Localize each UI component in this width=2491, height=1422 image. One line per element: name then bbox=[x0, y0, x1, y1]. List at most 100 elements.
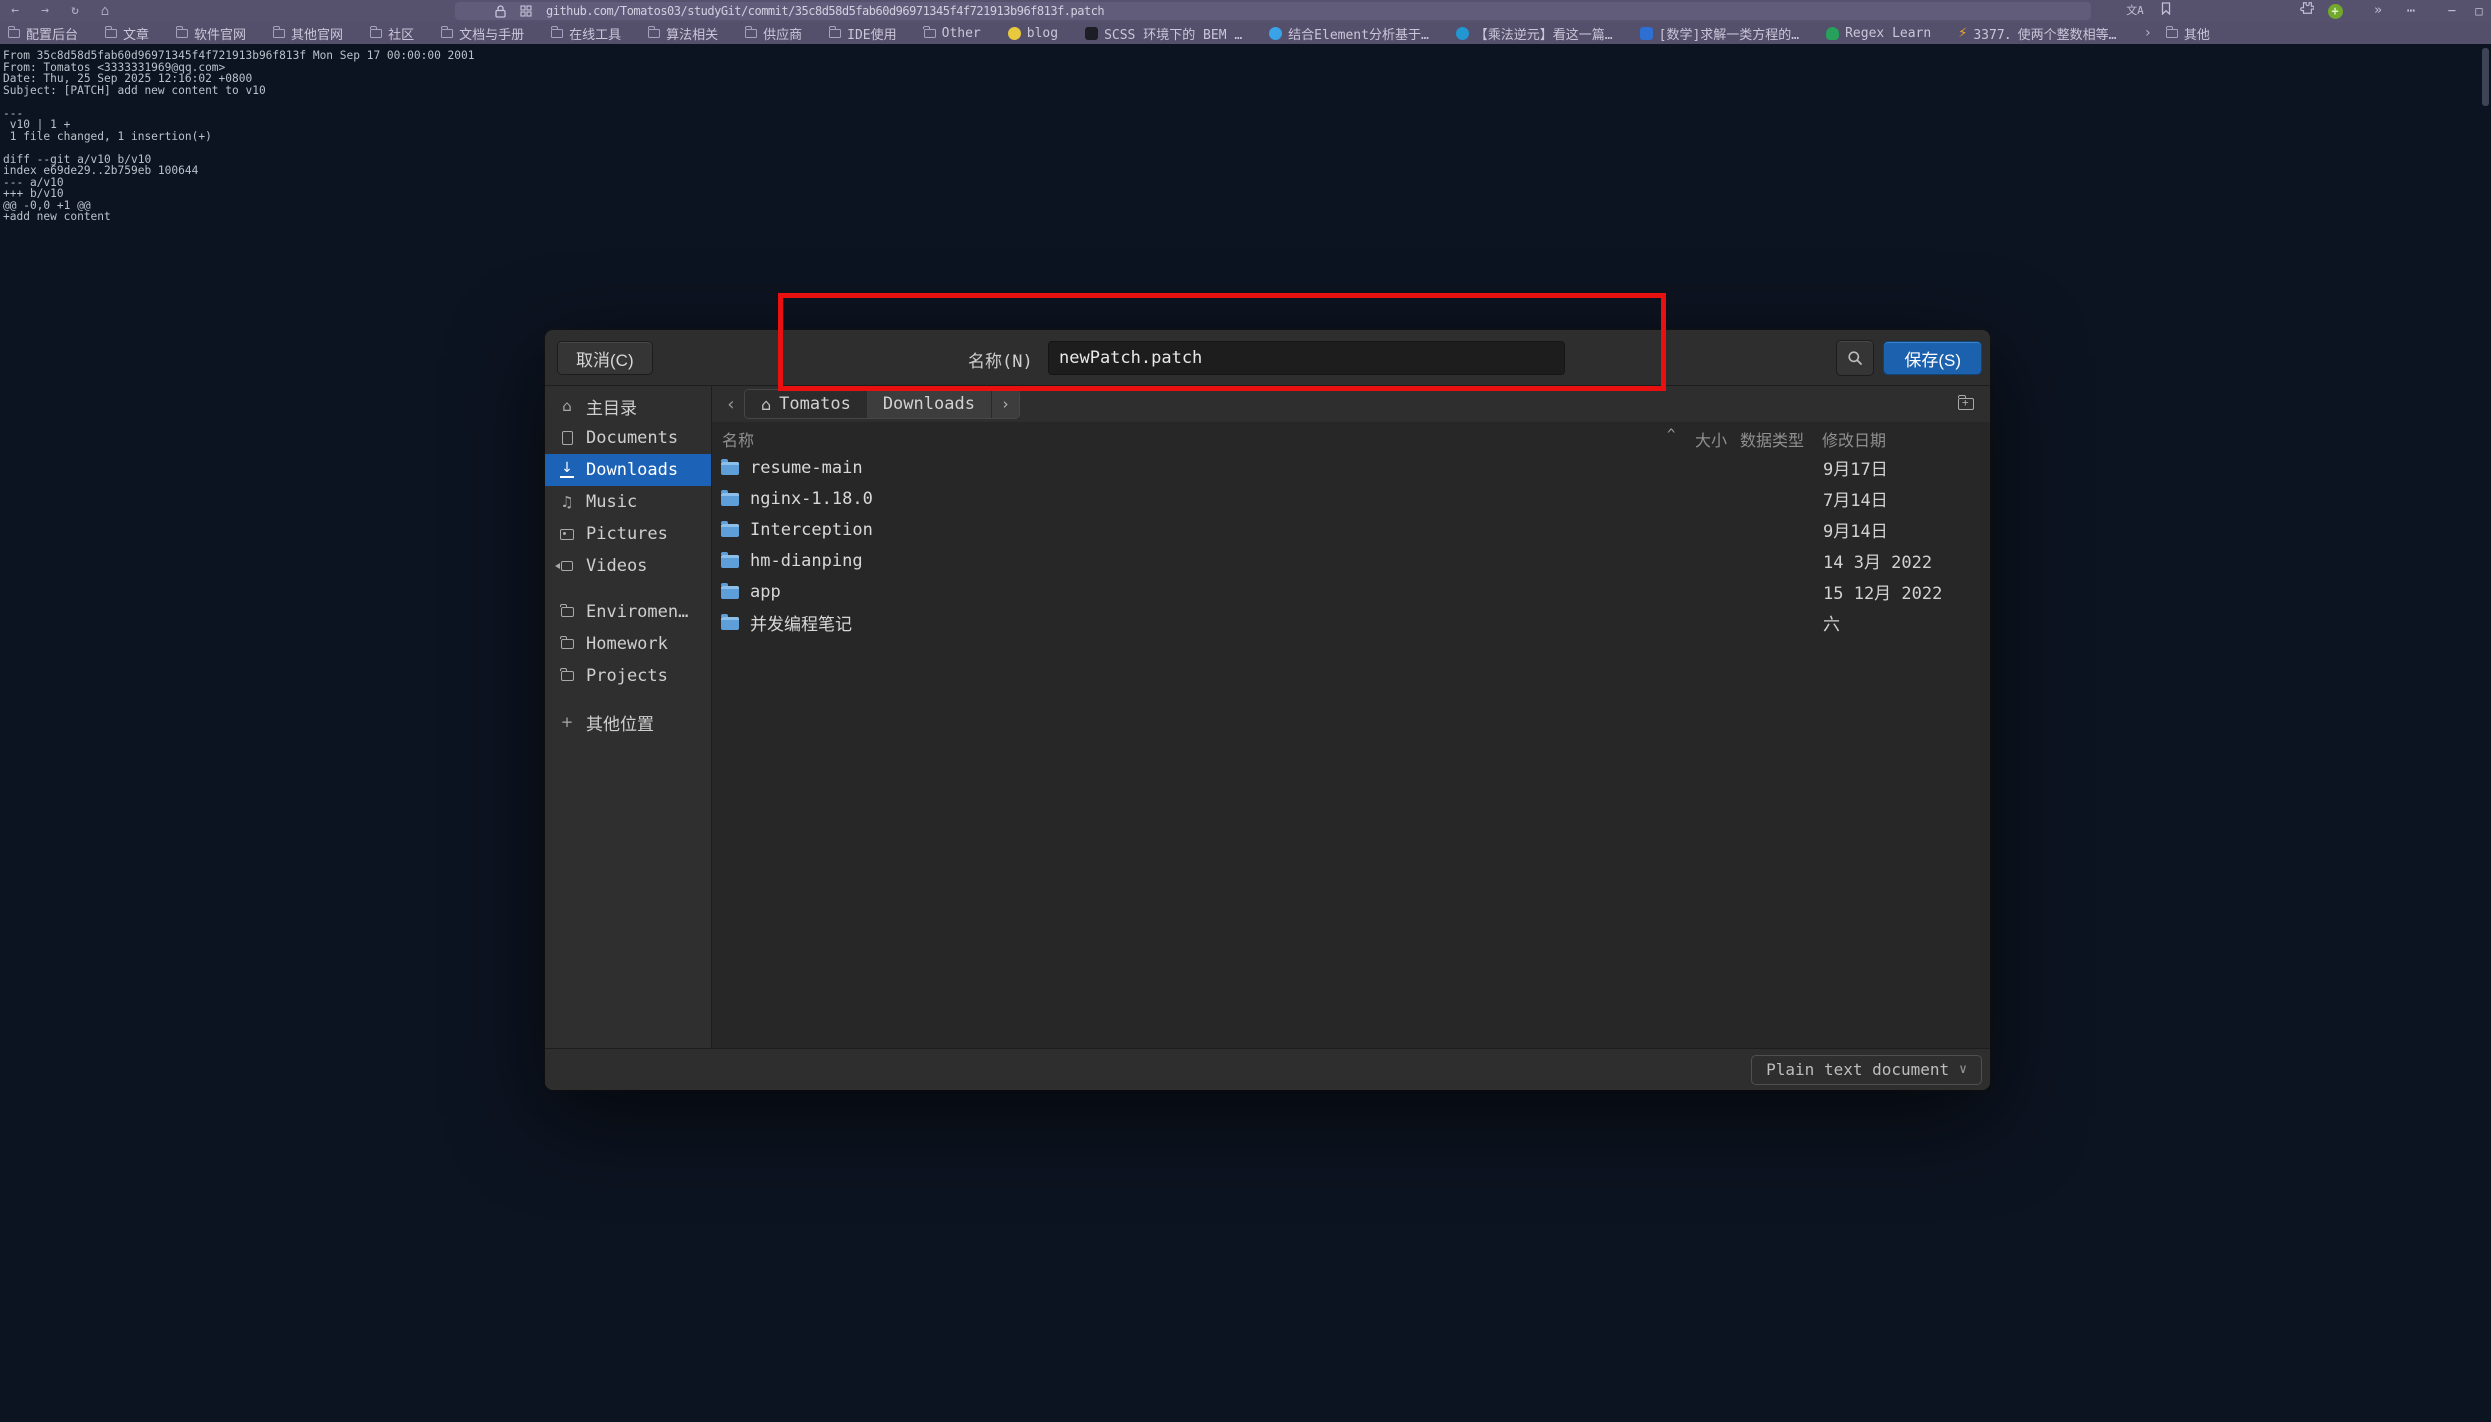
bookmark-item[interactable]: 其他官网 bbox=[273, 24, 343, 43]
sort-ascending-icon[interactable]: ^ bbox=[1667, 427, 1675, 443]
green-lock-icon bbox=[1826, 27, 1839, 40]
cancel-button[interactable]: 取消(C) bbox=[557, 341, 653, 375]
bookmark-item[interactable]: ⚡3377．使两个整数相等… bbox=[1958, 24, 2116, 43]
home-icon: ⌂ bbox=[558, 397, 576, 415]
file-row[interactable]: Interception9月14日 bbox=[712, 514, 1990, 545]
bookmark-item[interactable]: 在线工具 bbox=[551, 24, 621, 43]
bookmark-item[interactable]: 其他 bbox=[2166, 24, 2210, 43]
home-icon[interactable]: ⌂ bbox=[90, 0, 120, 22]
sidebar-item-label: Homework bbox=[586, 634, 668, 654]
folder-icon bbox=[370, 29, 382, 38]
bookmark-item[interactable]: IDE使用 bbox=[829, 24, 896, 43]
file-modified-date: 六 bbox=[1823, 610, 1840, 635]
folder-icon bbox=[558, 671, 576, 681]
file-row[interactable]: resume-main 9月17日 bbox=[712, 452, 1990, 483]
bookmark-item[interactable]: Regex Learn bbox=[1826, 26, 1931, 41]
file-row[interactable]: nginx-1.18.07月14日 bbox=[712, 483, 1990, 514]
breadcrumb-next-icon[interactable]: › bbox=[991, 390, 1019, 418]
bookmark-item[interactable]: 配置后台 bbox=[8, 24, 78, 43]
bookmark-item[interactable]: [数学]求解一类方程的… bbox=[1640, 24, 1799, 43]
home-icon: ⌂ bbox=[761, 395, 771, 414]
save-button[interactable]: 保存(S) bbox=[1883, 341, 1982, 375]
file-name: Interception bbox=[750, 520, 873, 540]
folder-icon bbox=[721, 493, 739, 506]
menu-dots-icon[interactable]: ⋯ bbox=[2397, 0, 2425, 22]
breadcrumb-segment-home[interactable]: ⌂Tomatos bbox=[745, 390, 867, 418]
file-row[interactable]: app15 12月 2022 bbox=[712, 576, 1990, 607]
column-header-size[interactable]: 大小 bbox=[1695, 427, 1727, 451]
patch-line: --- bbox=[3, 108, 474, 120]
new-folder-button[interactable] bbox=[1954, 393, 1978, 415]
window-maximize-button[interactable]: □ bbox=[2467, 0, 2491, 22]
bookmark-item[interactable]: 文章 bbox=[105, 24, 149, 43]
filetype-label: Plain text document bbox=[1766, 1060, 1949, 1079]
patch-line: +add new content bbox=[3, 211, 474, 223]
file-row[interactable]: 并发编程笔记六 bbox=[712, 607, 1990, 638]
sidebar-item-videos[interactable]: Videos bbox=[545, 550, 711, 582]
extensions-puzzle-icon[interactable] bbox=[2293, 0, 2321, 22]
bookmarks-overflow-chevron[interactable]: › bbox=[2143, 25, 2151, 41]
breadcrumb-segment-current[interactable]: Downloads bbox=[867, 390, 991, 418]
sidebar-item-other-locations[interactable]: +其他位置 bbox=[545, 706, 711, 738]
bookmark-item[interactable]: 软件官网 bbox=[176, 24, 246, 43]
file-row[interactable]: hm-dianping14 3月 2022 bbox=[712, 545, 1990, 576]
column-header-type[interactable]: 数据类型 bbox=[1740, 427, 1804, 451]
site-permissions-icon[interactable] bbox=[520, 5, 532, 17]
search-button[interactable] bbox=[1836, 340, 1874, 376]
browser-toolbar: ← → ↻ ⌂ github.com/Tomatos03/studyGit/co… bbox=[0, 0, 2491, 22]
window-minimize-button[interactable]: − bbox=[2437, 0, 2467, 22]
folder-icon bbox=[176, 29, 188, 38]
page-scrollbar[interactable] bbox=[2482, 48, 2489, 106]
bookmark-item[interactable]: 社区 bbox=[370, 24, 414, 43]
filetype-dropdown[interactable]: Plain text document ∨ bbox=[1751, 1055, 1982, 1085]
file-name: resume-main bbox=[750, 458, 863, 478]
bookmark-item[interactable]: 结合Element分析基于… bbox=[1269, 24, 1429, 43]
bookmark-label: blog bbox=[1027, 26, 1058, 41]
translate-icon[interactable]: 文A bbox=[2119, 0, 2151, 22]
bookmark-item[interactable]: 【乘法逆元】看这一篇… bbox=[1456, 24, 1613, 43]
sidebar-item-homework[interactable]: Homework bbox=[545, 628, 711, 660]
places-sidebar: ⌂主目录 Documents ↓Downloads ♫Music Picture… bbox=[545, 386, 712, 1048]
folder-icon bbox=[2166, 29, 2178, 38]
reload-icon[interactable]: ↻ bbox=[60, 0, 90, 22]
patch-line: Subject: [PATCH] add new content to v10 bbox=[3, 85, 474, 97]
bookmark-item[interactable]: Other bbox=[924, 26, 981, 41]
filename-input[interactable] bbox=[1048, 341, 1565, 375]
adblock-icon[interactable]: + bbox=[2321, 0, 2349, 22]
sidebar-item-home[interactable]: ⌂主目录 bbox=[545, 390, 711, 422]
column-header-modified[interactable]: 修改日期 bbox=[1822, 427, 1886, 451]
bookmark-item[interactable]: 算法相关 bbox=[648, 24, 718, 43]
bookmark-label: 其他 bbox=[2184, 24, 2210, 43]
column-header-name[interactable]: 名称 bbox=[722, 427, 754, 451]
bookmark-item[interactable]: 文档与手册 bbox=[441, 24, 524, 43]
back-icon[interactable]: ← bbox=[0, 0, 30, 22]
file-list-header: 名称 ^ 大小 数据类型 修改日期 bbox=[712, 422, 1990, 452]
bookmark-label: 文档与手册 bbox=[459, 24, 524, 43]
folder-icon bbox=[558, 607, 576, 617]
sidebar-item-projects[interactable]: Projects bbox=[545, 660, 711, 692]
chevron-down-icon: ∨ bbox=[1959, 1062, 1967, 1077]
patch-text: From 35c8d58d5fab60d96971345f4f721913b96… bbox=[3, 50, 474, 223]
patch-line: index e69de29..2b759eb 100644 bbox=[3, 165, 474, 177]
address-bar[interactable]: github.com/Tomatos03/studyGit/commit/35c… bbox=[455, 2, 2091, 20]
bookmark-item[interactable]: blog bbox=[1008, 26, 1058, 41]
sidebar-item-downloads[interactable]: ↓Downloads bbox=[545, 454, 711, 486]
bookmark-icon[interactable] bbox=[2151, 0, 2181, 22]
bookmark-item[interactable]: SCSS 环境下的 BEM … bbox=[1085, 24, 1242, 43]
bookmark-label: 供应商 bbox=[763, 24, 802, 43]
file-name: app bbox=[750, 582, 781, 602]
overflow-chevrons-icon[interactable]: » bbox=[2365, 0, 2391, 22]
file-modified-date: 9月17日 bbox=[1823, 455, 1888, 480]
sidebar-item-music[interactable]: ♫Music bbox=[545, 486, 711, 518]
bookmark-item[interactable]: 供应商 bbox=[745, 24, 802, 43]
sidebar-item-documents[interactable]: Documents bbox=[545, 422, 711, 454]
forward-icon[interactable]: → bbox=[30, 0, 60, 22]
plus-icon: + bbox=[558, 713, 576, 731]
scss-icon bbox=[1085, 27, 1098, 40]
breadcrumb-back-icon[interactable]: ‹ bbox=[718, 394, 744, 415]
folder-icon bbox=[648, 29, 660, 38]
lightning-icon: ⚡ bbox=[1958, 27, 1967, 40]
sidebar-item-environment[interactable]: Enviromen… bbox=[545, 596, 711, 628]
sidebar-item-label: Downloads bbox=[586, 460, 678, 480]
sidebar-item-pictures[interactable]: Pictures bbox=[545, 518, 711, 550]
